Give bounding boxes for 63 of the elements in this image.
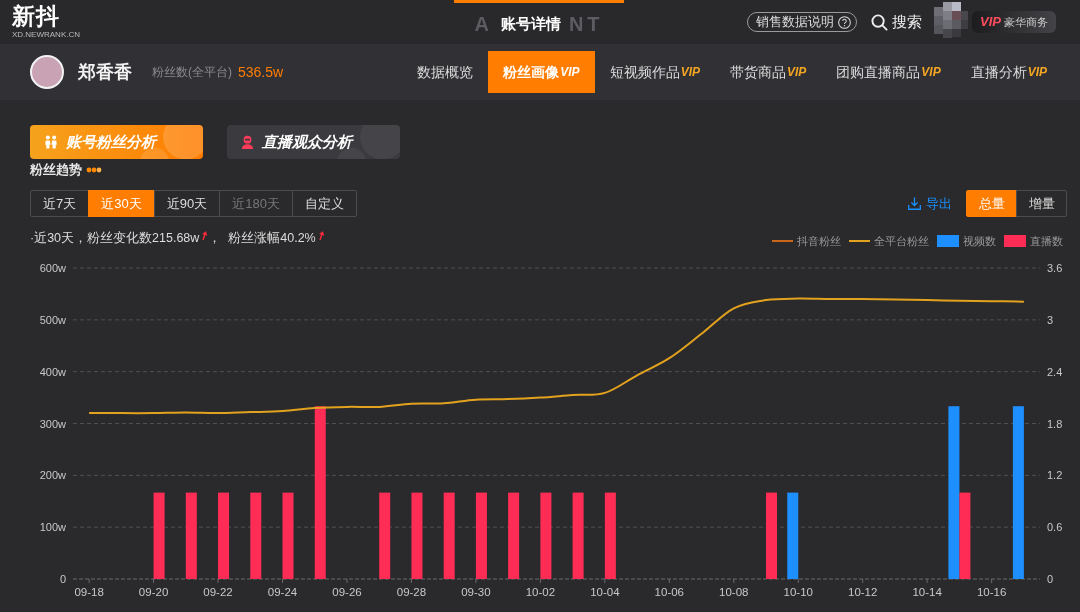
legend-label: 抖音粉丝	[797, 233, 841, 249]
help-icon	[838, 15, 852, 29]
y-axis-label: 600w	[39, 262, 66, 274]
account-name: 郑香香	[78, 60, 132, 84]
x-axis-label: 10-02	[525, 586, 556, 598]
x-axis-label: 09-18	[74, 586, 104, 598]
range-tab[interactable]: 自定义	[291, 190, 357, 217]
logo-subtitle: XD.NEWRANK.CN	[12, 31, 80, 39]
y-axis-label: 0	[1047, 573, 1054, 585]
export-link[interactable]: 导出	[907, 193, 952, 214]
y-axis-label: 3	[1047, 313, 1054, 326]
y-axis-label: 2.4	[1047, 365, 1063, 378]
x-axis-label: 09-22	[203, 586, 233, 598]
nav-tab[interactable]: 数据概览	[402, 51, 489, 93]
vip-label: VIP	[980, 13, 1001, 32]
y-axis-label: 200w	[39, 469, 66, 482]
mode-tab[interactable]: 增量	[1016, 190, 1067, 217]
download-icon	[907, 196, 922, 211]
x-axis-label: 09-30	[461, 586, 491, 598]
y-axis-label: 100w	[39, 521, 66, 534]
x-axis-label: 10-14	[912, 586, 942, 598]
x-axis-label: 10-10	[783, 586, 813, 598]
vip-badge[interactable]: VIP 豪华商务	[972, 11, 1056, 33]
y-axis-label: 1.8	[1047, 417, 1063, 430]
follower-count-label: 粉丝数(全平台)	[152, 64, 232, 81]
membership-label: 豪华商务	[1004, 14, 1048, 30]
x-axis-label: 10-12	[848, 586, 878, 598]
x-axis-label: 09-20	[138, 586, 169, 598]
y-axis-label: 0	[59, 573, 66, 585]
logo-text: 新抖	[12, 5, 61, 28]
person-icon	[241, 135, 254, 149]
section-title: 粉丝趋势	[30, 163, 82, 177]
y-axis-label: 0.6	[1047, 521, 1063, 534]
x-axis-label: 10-06	[654, 586, 685, 598]
avatar-placeholder	[30, 55, 64, 89]
y-axis-label: 400w	[39, 365, 66, 378]
people-icon	[44, 135, 58, 149]
page-title: 账号详情	[500, 14, 561, 33]
summary-text: ·近30天，粉丝变化数215.68w	[30, 229, 200, 247]
nav-tab[interactable]: 带货商品 VIP	[714, 51, 822, 93]
legend-label: 视频数	[963, 233, 996, 249]
summary-text: ， 粉丝涨幅40.2%	[208, 229, 316, 247]
x-axis-label: 09-26	[332, 586, 362, 598]
y-axis-label: 300w	[39, 417, 66, 430]
follower-count-value: 536.5w	[238, 62, 284, 82]
nav-tab[interactable]: 直播分析VIP	[955, 51, 1062, 93]
x-axis-label: 10-08	[719, 586, 749, 598]
nav-tab[interactable]: 团购直播商品 VIP	[821, 51, 956, 93]
range-tab[interactable]: 近90天	[153, 190, 221, 217]
y-axis-label: 1.2	[1047, 469, 1063, 482]
x-axis-label: 10-16	[976, 586, 1007, 598]
x-axis-label: 09-28	[396, 586, 427, 598]
search-icon	[871, 13, 889, 31]
legend-label: 直播数	[1030, 233, 1063, 249]
x-axis-label: 10-04	[590, 586, 620, 598]
dots-icon	[86, 166, 102, 174]
y-axis-label: 3.6	[1047, 262, 1063, 274]
x-axis-label: 09-24	[267, 586, 298, 598]
search-button[interactable]: 搜索	[871, 10, 923, 34]
section-tab[interactable]: 直播观众分析	[227, 125, 400, 159]
nav-tab[interactable]: 短视频作品VIP	[594, 51, 715, 93]
y-axis-label: 500w	[39, 313, 66, 326]
legend-label: 全平台粉丝	[874, 233, 929, 249]
